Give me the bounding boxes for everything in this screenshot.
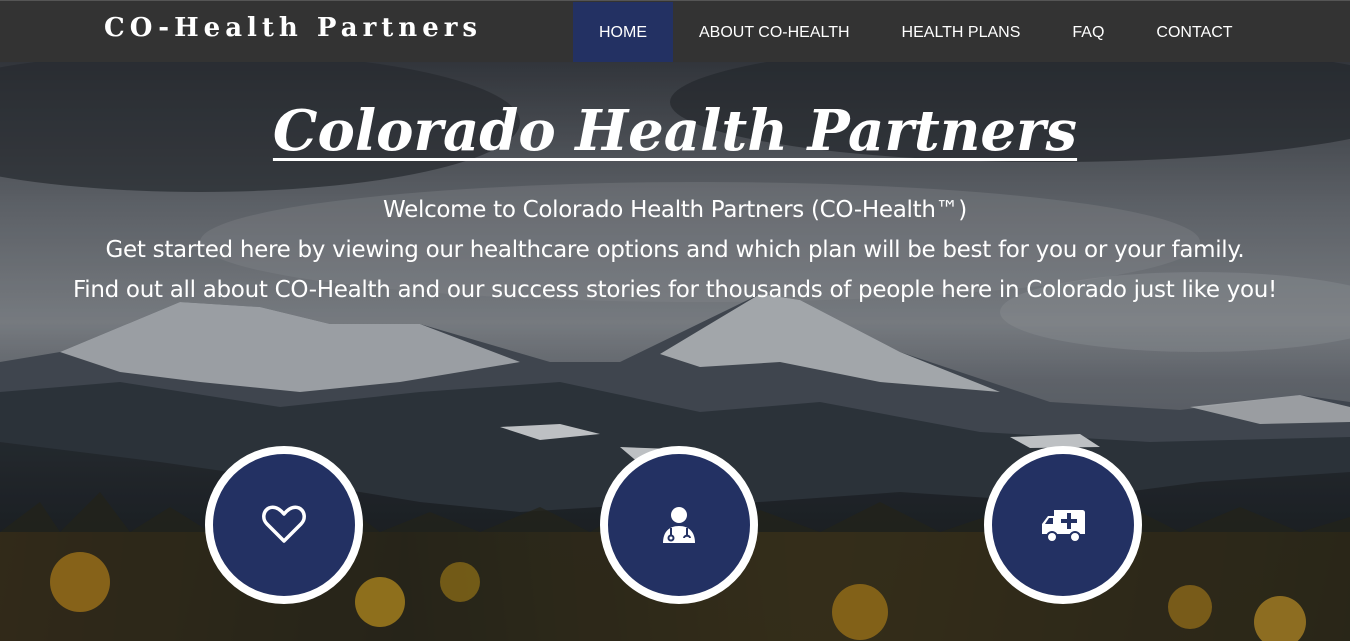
nav-health-plans[interactable]: HEALTH PLANS [876, 2, 1047, 63]
nav-about[interactable]: ABOUT CO-HEALTH [673, 2, 876, 63]
ambulance-icon [1042, 510, 1085, 543]
nav-faq[interactable]: FAQ [1046, 2, 1130, 63]
user-doctor-icon [663, 507, 695, 543]
nav-home[interactable]: HOME [573, 2, 673, 63]
hero-line-welcome: Welcome to Colorado Health Partners (CO-… [383, 197, 967, 223]
nav-contact[interactable]: CONTACT [1130, 2, 1258, 63]
health-feature-button[interactable] [205, 446, 363, 604]
heart-icon [262, 505, 306, 543]
hero-line-find-out: Find out all about CO-Health and our suc… [73, 277, 1277, 303]
doctor-feature-button[interactable] [600, 446, 758, 604]
brand-logo-text[interactable]: CO-Health Partners [104, 13, 482, 43]
hero-intro-text: Welcome to Colorado Health Partners (CO-… [0, 190, 1350, 310]
hero-line-get-started: Get started here by viewing our healthca… [105, 237, 1245, 263]
main-nav: HOME ABOUT CO-HEALTH HEALTH PLANS FAQ CO… [573, 2, 1259, 63]
hero-title: Colorado Health Partners [272, 98, 1078, 164]
top-navbar: CO-Health Partners HOME ABOUT CO-HEALTH … [0, 0, 1350, 63]
emergency-feature-button[interactable] [984, 446, 1142, 604]
